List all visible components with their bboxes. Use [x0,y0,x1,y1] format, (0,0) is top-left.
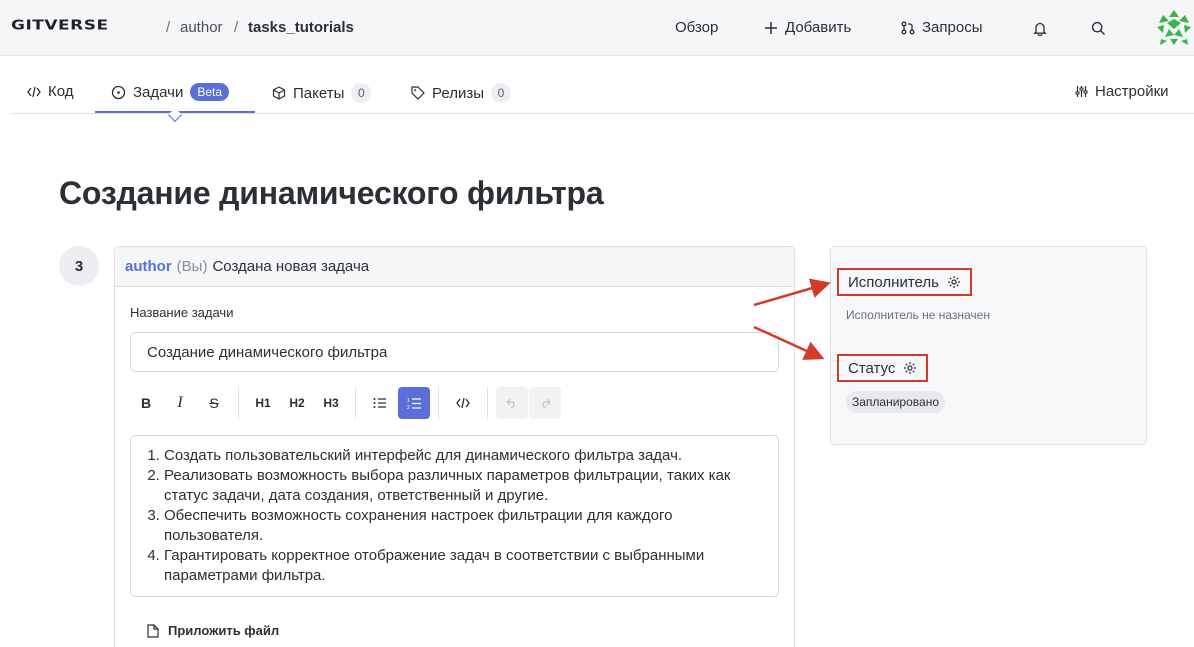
status-badge: Запланировано [846,391,945,413]
assignee-value: Исполнитель не назначен [846,308,990,322]
event-text: Создана новая задача [212,258,370,275]
redo-button[interactable] [529,387,561,419]
tag-icon [411,86,425,100]
tab-issues[interactable]: Задачи Beta [111,83,230,101]
undo-button[interactable] [496,387,528,419]
card-header: author (Вы) Создана новая задача [115,247,794,287]
nav-add[interactable]: Добавить [764,19,851,36]
list-item: Создать пользовательский интерфейс для д… [164,446,762,466]
tab-packages-label: Пакеты [293,84,345,102]
strike-button[interactable]: S [198,387,230,419]
plus-icon [765,21,777,34]
you-label: (Вы) [176,258,208,275]
file-icon [147,623,159,638]
releases-count: 0 [490,83,511,103]
breadcrumb-repo[interactable]: tasks_tutorials [248,19,354,36]
code-icon [456,397,470,409]
issue-sidebar: Исполнитель Исполнитель не назначен Стат… [830,246,1147,445]
beta-badge: Beta [190,83,230,101]
code-icon [27,86,41,97]
ordered-list-button[interactable]: 12 [398,387,430,419]
issue-edit-card: author (Вы) Создана новая задача Названи… [114,246,795,647]
title-input[interactable] [130,332,779,372]
code-block-button[interactable] [447,387,479,419]
description-list: Создать пользовательский интерфейс для д… [145,446,762,586]
page-title: Создание динамического фильтра [59,175,604,211]
timeline-step-number: 3 [59,246,99,286]
breadcrumb-owner[interactable]: author [180,19,223,36]
bold-button[interactable]: B [130,387,162,419]
svg-text:2: 2 [407,405,410,410]
toolbar-divider [487,387,488,419]
list-item: Реализовать возможность выбора различных… [164,466,762,506]
nav-overview-label: Обзор [675,19,719,36]
editor-toolbar: B I S H1 H2 H3 12 [130,387,563,419]
nav-add-label: Добавить [785,19,852,36]
heading2-button[interactable]: H2 [281,387,313,419]
tab-code[interactable]: Код [27,83,74,100]
search-icon[interactable] [1091,21,1106,36]
svg-text:1: 1 [407,398,410,404]
gear-icon [904,362,917,374]
nav-requests-label: Запросы [922,19,983,36]
top-header: GITVERSE / author / tasks_tutorials Обзо… [0,0,1194,56]
tab-issues-label: Задачи [133,83,184,101]
avatar[interactable] [1155,9,1193,47]
assignee-label: Исполнитель [848,273,939,291]
heading1-button[interactable]: H1 [247,387,279,419]
description-editor[interactable]: Создать пользовательский интерфейс для д… [130,435,779,597]
ordered-list-icon: 12 [407,398,421,410]
title-field-label: Название задачи [130,305,234,320]
bell-icon[interactable] [1033,21,1047,36]
toolbar-divider [355,387,356,419]
status-setting[interactable]: Статус [837,354,929,382]
issue-icon [111,85,126,99]
sliders-icon [1075,86,1088,97]
italic-button[interactable]: I [164,387,196,419]
repo-tabs: Код Задачи Beta Пакеты 0 Релизы 0 Настро… [11,57,1194,114]
nav-requests[interactable]: Запросы [901,19,983,36]
bullet-list-icon [373,398,386,408]
tab-releases-label: Релизы [432,84,484,102]
toolbar-divider [438,387,439,419]
author-link[interactable]: author [125,258,172,275]
attach-file-button[interactable]: Приложить файл [147,623,279,638]
redo-icon [542,398,551,408]
pull-request-icon [901,21,915,34]
breadcrumb-separator: / [166,19,171,36]
gear-icon [947,276,960,288]
breadcrumb-separator: / [234,19,239,36]
package-icon [272,86,286,100]
packages-count: 0 [351,83,372,103]
nav-overview[interactable]: Обзор [675,19,718,36]
list-item: Обеспечить возможность сохранения настро… [164,506,762,546]
list-item: Гарантировать корректное отображение зад… [164,546,762,586]
heading3-button[interactable]: H3 [315,387,347,419]
status-label: Статус [848,359,896,377]
toolbar-divider [238,387,239,419]
tab-packages[interactable]: Пакеты 0 [272,83,372,103]
tab-settings-label: Настройки [1095,83,1169,100]
bullet-list-button[interactable] [364,387,396,419]
gitverse-logo[interactable]: GITVERSE [11,18,109,34]
tab-settings[interactable]: Настройки [1075,83,1169,100]
assignee-setting[interactable]: Исполнитель [837,268,972,296]
tab-code-label: Код [48,83,74,100]
tab-releases[interactable]: Релизы 0 [411,83,511,103]
undo-icon [506,398,515,408]
attach-file-label: Приложить файл [168,623,280,638]
